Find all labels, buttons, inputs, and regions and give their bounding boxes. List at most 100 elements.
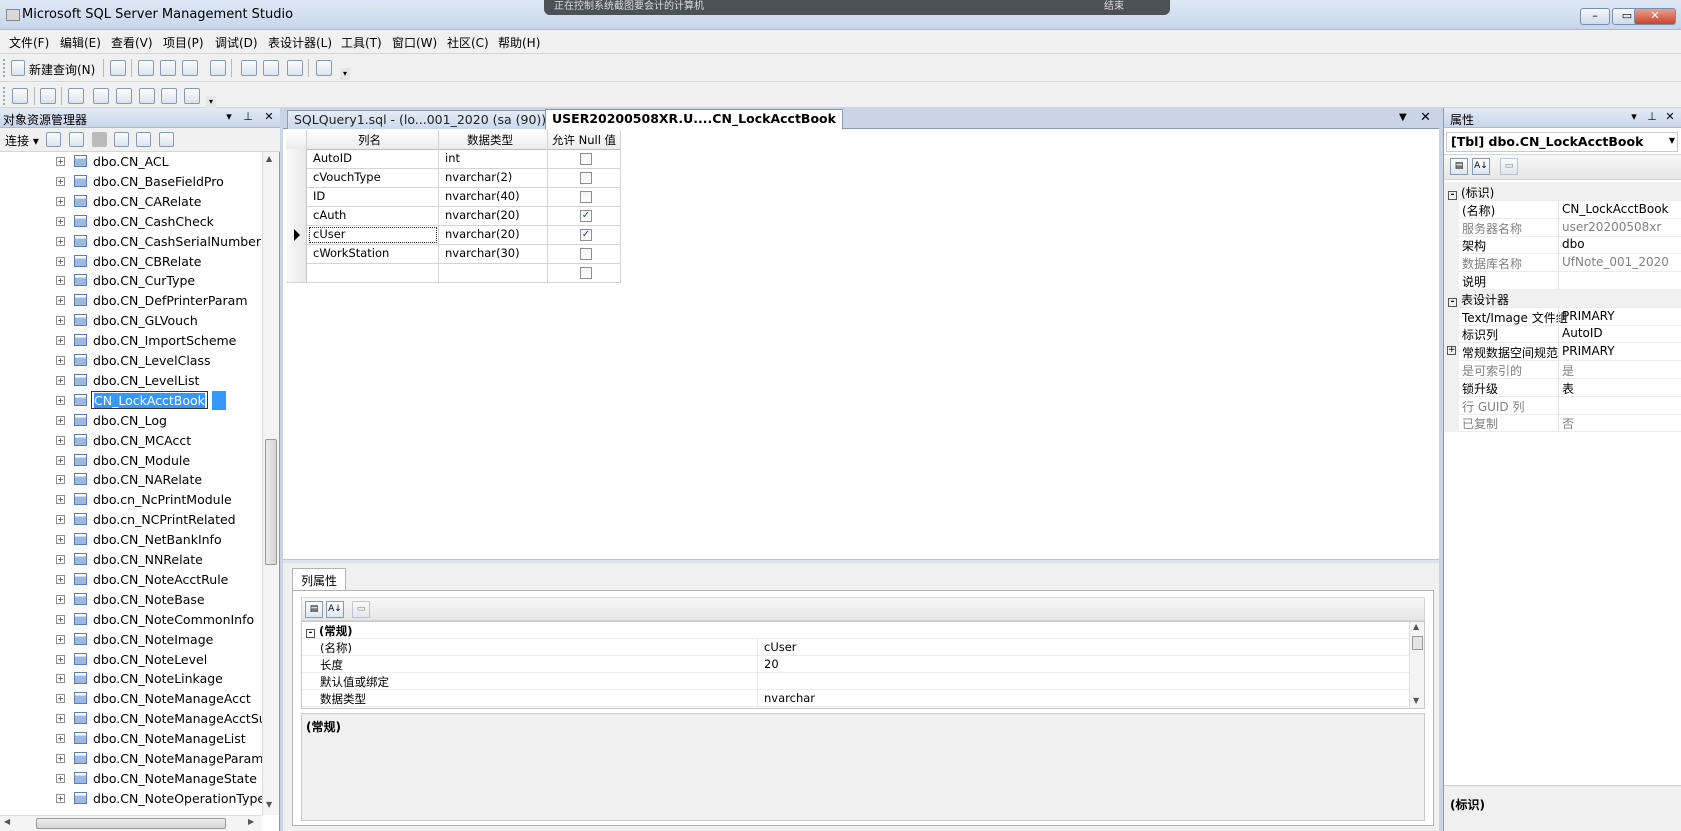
mdx-query-icon[interactable]: [160, 60, 176, 76]
column-property-row[interactable]: (名称) cUser: [302, 639, 1409, 656]
tab-table-designer[interactable]: USER20200508XR.U....CN_LockAcctBook: [545, 109, 843, 130]
column-name-cell[interactable]: cVouchType: [307, 168, 439, 188]
remote-bar-end-button[interactable]: 结束: [1104, 0, 1124, 12]
menu-item[interactable]: 窗口(W): [392, 34, 437, 51]
spatial-index-icon[interactable]: [161, 88, 177, 104]
expand-icon[interactable]: +: [56, 793, 65, 803]
designer-row[interactable]: [286, 263, 626, 283]
expand-icon[interactable]: +: [56, 634, 65, 644]
toolbar-overflow-icon[interactable]: ▾: [206, 96, 216, 108]
xmla-query-icon[interactable]: [210, 60, 226, 76]
expand-icon[interactable]: +: [56, 694, 65, 704]
tree-item[interactable]: + dbo.CN_NoteImage: [0, 630, 262, 650]
column-name-cell[interactable]: AutoID: [307, 149, 439, 169]
dmx-query-icon[interactable]: [182, 60, 198, 76]
tree-item[interactable]: + dbo.CN_NoteManageAcctSub: [0, 709, 262, 729]
close-icon[interactable]: ✕: [262, 110, 276, 124]
toolbar-grip[interactable]: [3, 87, 6, 105]
close-document-icon[interactable]: ✕: [1420, 110, 1431, 125]
expand-icon[interactable]: +: [56, 157, 65, 166]
property-value[interactable]: user20200508xr: [1562, 220, 1680, 234]
menu-item[interactable]: 文件(F): [9, 34, 49, 51]
property-row[interactable]: + 常规数据空间规范 PRIMARY: [1444, 342, 1681, 362]
property-row[interactable]: 说明: [1444, 271, 1681, 290]
expand-icon[interactable]: +: [56, 754, 65, 763]
new-file-icon[interactable]: [110, 60, 126, 76]
tree-item[interactable]: + CN_LockAcctBook: [0, 390, 262, 411]
column-property-row[interactable]: 允许 Null 值 是: [302, 707, 1409, 709]
expand-icon[interactable]: +: [56, 236, 65, 246]
allow-nulls-checkbox[interactable]: [580, 172, 592, 184]
tree-item[interactable]: + dbo.CN_NoteAcctRule: [0, 570, 262, 590]
object-explorer-vertical-scrollbar[interactable]: ▲ ▼: [262, 152, 279, 815]
data-type-cell[interactable]: nvarchar(20): [439, 206, 548, 226]
expand-icon[interactable]: +: [56, 415, 65, 425]
summary-icon[interactable]: [159, 132, 174, 147]
filter-icon[interactable]: [114, 132, 129, 147]
property-category[interactable]: - 表设计器: [1444, 288, 1681, 308]
property-value[interactable]: 表: [1562, 380, 1680, 397]
activity-monitor-icon[interactable]: [316, 60, 332, 76]
tree-item[interactable]: + dbo.CN_BaseFieldPro: [0, 172, 262, 192]
property-value[interactable]: 是: [764, 708, 776, 709]
property-value[interactable]: nvarchar: [764, 691, 815, 705]
property-row[interactable]: 是可索引的 是: [1444, 360, 1681, 379]
new-query-button[interactable]: 新建查询(N): [29, 61, 95, 78]
property-value[interactable]: cUser: [764, 640, 797, 654]
property-value[interactable]: 否: [1562, 415, 1680, 432]
column-name-cell[interactable]: cUser: [307, 225, 439, 245]
column-name-cell[interactable]: [307, 263, 439, 283]
tree-item[interactable]: + dbo.CN_Module: [0, 451, 262, 471]
property-row[interactable]: 行 GUID 列: [1444, 395, 1681, 415]
property-category-general[interactable]: - (常规): [302, 622, 1409, 639]
column-name-cell[interactable]: cWorkStation: [307, 244, 439, 264]
menu-item[interactable]: 工具(T): [341, 34, 382, 51]
active-files-dropdown-icon[interactable]: ▼: [1399, 112, 1407, 123]
header-column-name[interactable]: 列名: [307, 130, 439, 150]
set-primary-key-icon[interactable]: [12, 88, 28, 104]
tree-item[interactable]: + dbo.CN_CARelate: [0, 192, 262, 212]
tree-item[interactable]: + dbo.CN_NARelate: [0, 470, 262, 490]
scroll-down-arrow-icon[interactable]: ▼: [266, 800, 272, 809]
expand-icon[interactable]: +: [56, 714, 65, 724]
allow-nulls-checkbox[interactable]: [580, 267, 592, 279]
window-position-icon[interactable]: ▾: [222, 110, 236, 124]
column-properties-tab[interactable]: 列属性: [292, 568, 347, 590]
tree-item[interactable]: + dbo.CN_ACL: [0, 152, 262, 172]
save-icon[interactable]: [263, 60, 279, 76]
expand-icon[interactable]: +: [56, 674, 65, 684]
expand-icon[interactable]: +: [56, 535, 65, 545]
property-value[interactable]: PRIMARY: [1562, 344, 1680, 358]
tree-item[interactable]: + dbo.cn_NcPrintModule: [0, 490, 262, 510]
rename-table-input[interactable]: CN_LockAcctBook: [91, 390, 208, 409]
expand-icon[interactable]: +: [56, 475, 65, 485]
expand-icon[interactable]: +: [1447, 346, 1456, 356]
generate-script-icon[interactable]: [184, 88, 200, 104]
alphabetical-icon[interactable]: A↓: [1472, 158, 1490, 175]
row-selector[interactable]: [286, 244, 307, 264]
property-row[interactable]: 锁升级 表: [1444, 377, 1681, 397]
menu-item[interactable]: 帮助(H): [498, 34, 540, 51]
column-properties-scrollbar[interactable]: ▲ ▼: [1409, 622, 1424, 708]
expand-icon[interactable]: +: [56, 196, 65, 206]
property-row[interactable]: 服务器名称 user20200508xr: [1444, 217, 1681, 237]
property-value[interactable]: dbo: [1562, 237, 1680, 251]
expand-icon[interactable]: +: [56, 216, 65, 226]
property-row[interactable]: 标识列 AutoID: [1444, 324, 1681, 344]
data-type-cell[interactable]: nvarchar(40): [439, 187, 548, 207]
designer-row[interactable]: ID nvarchar(40): [286, 187, 626, 207]
property-row[interactable]: 已复制 否: [1444, 413, 1681, 433]
expand-icon[interactable]: +: [56, 614, 65, 624]
tree-item[interactable]: + dbo.CN_NoteManageState: [0, 769, 262, 789]
scroll-right-arrow-icon[interactable]: ▶: [248, 817, 254, 826]
xml-index-icon[interactable]: [116, 88, 132, 104]
scrollbar-thumb[interactable]: [36, 818, 226, 829]
alphabetical-icon[interactable]: A↓: [326, 601, 344, 618]
menu-item[interactable]: 表设计器(L): [268, 34, 332, 51]
tree-item[interactable]: + dbo.CN_CashCheck: [0, 212, 262, 232]
expand-icon[interactable]: +: [56, 574, 65, 584]
open-folder-icon[interactable]: [241, 60, 257, 76]
expand-icon[interactable]: +: [56, 515, 65, 525]
column-property-row[interactable]: 默认值或绑定: [302, 673, 1409, 690]
expand-icon[interactable]: +: [56, 276, 65, 286]
